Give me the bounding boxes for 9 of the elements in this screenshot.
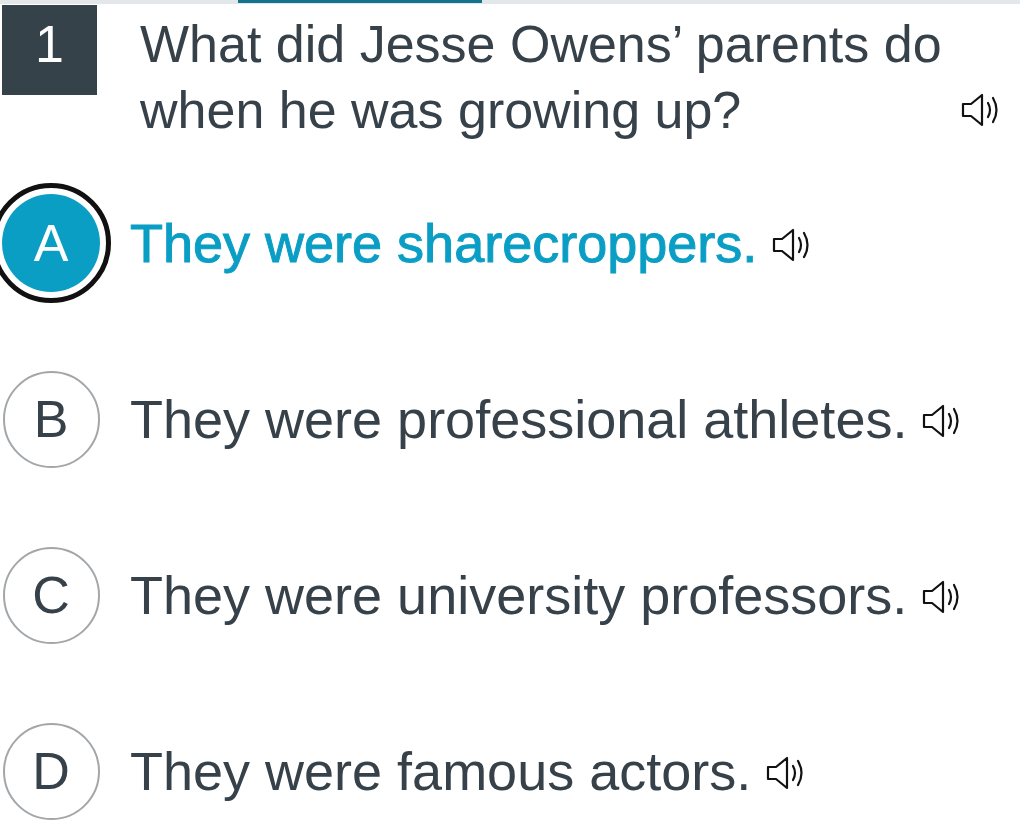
choice-text: They were sharecroppers. (130, 213, 758, 273)
choice-text: They were university professors. (130, 565, 908, 625)
choice-button[interactable]: D (2, 722, 100, 820)
choice-button[interactable]: C (2, 546, 100, 644)
question-text: What did Jesse Owens’ parents do when he was growing up? (140, 14, 943, 141)
choice-button[interactable]: B (2, 370, 100, 468)
choice-text: They were professional athletes. (130, 389, 908, 449)
question-number: 1 (2, 5, 97, 95)
choice-text: They were famous actors. (130, 741, 752, 801)
